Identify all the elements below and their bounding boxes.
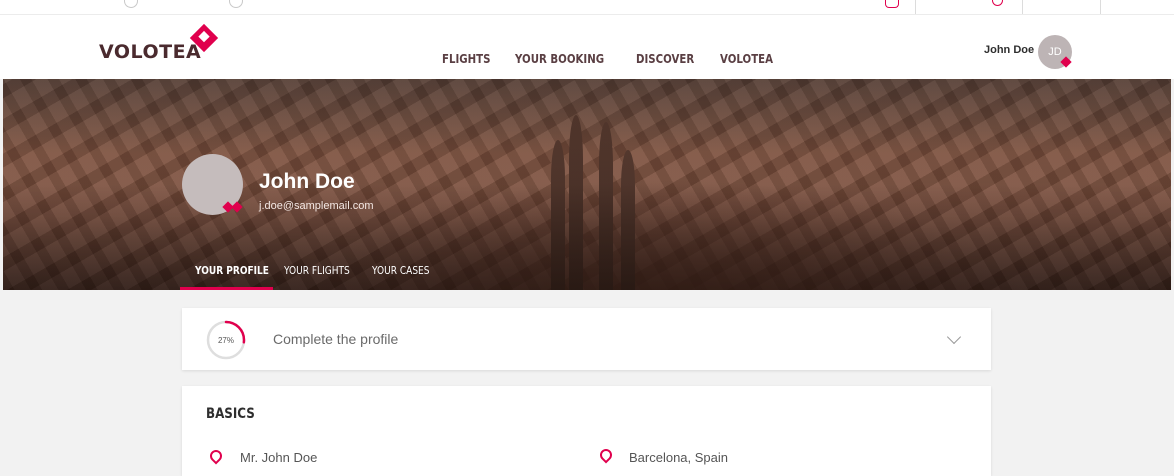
location-pin-icon xyxy=(597,446,615,464)
site-header: VOLOTEA FLIGHTS YOUR BOOKING DISCOVER VO… xyxy=(0,15,1174,79)
basics-location-value: Barcelona, Spain xyxy=(629,450,729,465)
active-tab-indicator xyxy=(180,287,273,290)
basics-card: BASICS Mr. John Doe Barcelona, Spain xyxy=(182,386,991,476)
chevron-down-icon[interactable] xyxy=(946,329,962,345)
volotea-logo[interactable]: VOLOTEA xyxy=(99,41,201,63)
divider xyxy=(1022,0,1023,14)
profile-email: j.doe@samplemail.com xyxy=(259,200,374,212)
basics-name-value: Mr. John Doe xyxy=(240,450,318,465)
utility-bar xyxy=(0,0,1174,15)
tab-your-cases[interactable]: YOUR CASES xyxy=(372,264,429,277)
basics-title: BASICS xyxy=(206,406,255,422)
progress-percent: 27% xyxy=(217,335,234,345)
location-pin-icon[interactable] xyxy=(992,0,1003,6)
tab-your-flights[interactable]: YOUR FLIGHTS xyxy=(284,264,350,277)
divider xyxy=(1100,0,1101,14)
divider xyxy=(915,0,916,14)
main-nav: FLIGHTS YOUR BOOKING DISCOVER VOLOTEA xyxy=(442,52,773,66)
profile-name: John Doe xyxy=(259,170,355,193)
bell-icon[interactable] xyxy=(885,0,899,8)
nav-volotea[interactable]: VOLOTEA xyxy=(720,52,773,66)
hero-overlay xyxy=(3,79,1171,290)
header-user-name[interactable]: John Doe xyxy=(984,44,1034,56)
profile-tabs: YOUR PROFILE YOUR FLIGHTS YOUR CASES xyxy=(3,263,1171,290)
nav-discover[interactable]: DISCOVER xyxy=(636,52,694,66)
utility-icon[interactable] xyxy=(229,0,243,8)
nav-flights[interactable]: FLIGHTS xyxy=(442,52,490,66)
nav-your-booking[interactable]: YOUR BOOKING xyxy=(515,52,604,66)
profile-hero: John Doe j.doe@samplemail.com YOUR PROFI… xyxy=(3,79,1171,290)
complete-profile-label: Complete the profile xyxy=(273,331,399,347)
tab-your-profile[interactable]: YOUR PROFILE xyxy=(195,264,269,277)
utility-icon[interactable] xyxy=(124,0,138,8)
complete-profile-card[interactable]: 27% Complete the profile xyxy=(182,308,991,370)
